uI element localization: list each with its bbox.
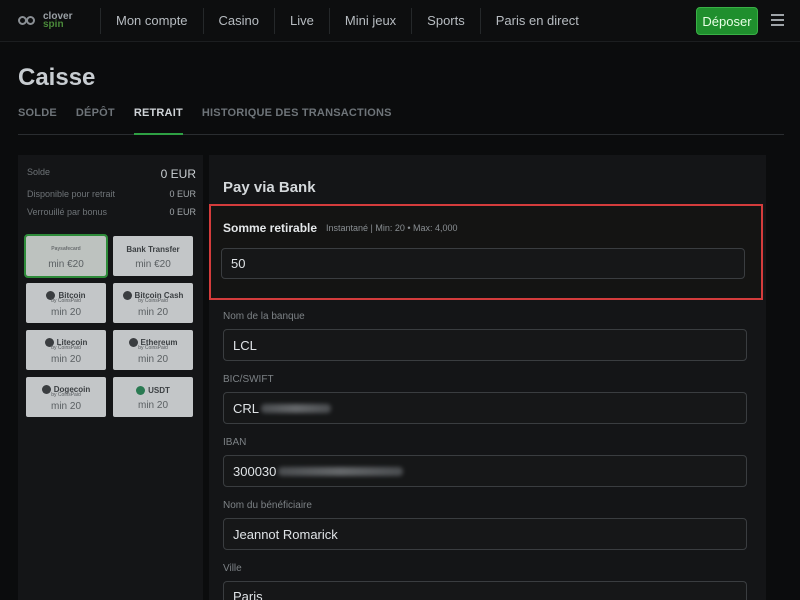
method-provider: by CoinsPaid [138,345,168,351]
method-provider: by CoinsPaid [138,298,168,304]
locked-row: Verrouillé par bonus 0 EUR [27,207,196,217]
tab-retrait[interactable]: RETRAIT [133,107,183,135]
bitcoin-cash-icon [122,290,132,300]
city-input[interactable]: Paris [223,581,747,600]
method-min: min 20 [137,307,168,318]
bic-label: BIC/SWIFT [223,374,274,385]
tab-solde[interactable]: SOLDE [18,107,57,135]
balance-panel: Solde 0 EUR Disponible pour retrait 0 EU… [18,155,203,600]
nav-mini-jeux[interactable]: Mini jeux [328,7,411,34]
method-provider: by CoinsPaid [51,298,81,304]
method-min: min 20 [50,401,81,412]
main-nav: Mon compte Casino Live Mini jeux Sports … [100,0,594,42]
method-min: min €20 [48,259,84,270]
method-dogecoin[interactable]: Dogecoin by CoinsPaid min 20 [26,377,106,417]
beneficiary-input[interactable]: Jeannot Romarick [223,518,747,550]
redacted-blur [261,403,332,413]
beneficiary-label: Nom du bénéficiaire [223,500,312,511]
redacted-blur [278,466,404,476]
amount-label: Somme retirable [223,221,318,235]
bank-name-input[interactable]: LCL [223,329,747,361]
available-label: Disponible pour retrait [27,189,116,199]
locked-label: Verrouillé par bonus [27,207,108,217]
method-bitcoin[interactable]: Bitcoin by CoinsPaid min 20 [26,283,106,323]
cashier-tabs: SOLDE DÉPÔT RETRAIT HISTORIQUE DES TRANS… [18,107,784,135]
method-min: min 20 [50,354,81,365]
locked-value: 0 EUR [169,207,196,217]
available-row: Disponible pour retrait 0 EUR [27,189,196,199]
method-min: min 20 [137,354,168,365]
nav-live[interactable]: Live [274,7,329,34]
hamburger-menu-icon[interactable] [771,14,784,26]
deposit-button[interactable]: Déposer [696,7,758,35]
method-min: min 20 [50,307,81,318]
logo[interactable]: clover spin [0,11,100,30]
iban-input[interactable]: 300030 [223,455,747,487]
form-title: Pay via Bank [223,179,316,196]
tab-depot[interactable]: DÉPÔT [76,107,115,135]
method-bank-transfer[interactable]: Bank Transfer min €20 [113,236,193,276]
nav-sports[interactable]: Sports [411,7,480,34]
tab-historique[interactable]: HISTORIQUE DES TRANSACTIONS [202,107,392,135]
method-provider: by CoinsPaid [51,392,81,398]
nav-paris-en-direct[interactable]: Paris en direct [479,7,594,34]
method-usdt[interactable]: USDT min 20 [113,377,193,417]
method-provider: by CoinsPaid [51,345,81,351]
method-min: min 20 [137,400,168,411]
city-label: Ville [223,563,242,574]
balance-row: Solde 0 EUR [27,167,196,181]
nav-mon-compte[interactable]: Mon compte [100,7,203,34]
clover-logo-icon [18,14,40,28]
amount-input[interactable]: 50 [221,248,745,279]
method-min: min €20 [135,259,171,270]
bic-input[interactable]: CRL [223,392,747,424]
page-title: Caisse [18,64,96,91]
method-bitcoin-cash[interactable]: Bitcoin Cash by CoinsPaid min 20 [113,283,193,323]
top-bar: clover spin Mon compte Casino Live Mini … [0,0,800,42]
method-paysafecard[interactable]: Paysafecard min €20 [24,234,108,278]
tether-icon [136,385,146,395]
bank-name-label: Nom de la banque [223,311,305,322]
iban-label: IBAN [223,437,247,448]
amount-limits: Instantané | Min: 20 • Max: 4,000 [326,223,458,233]
method-name: Bank Transfer [126,244,180,254]
method-name: Paysafecard [51,246,81,252]
dogecoin-icon [41,384,51,394]
ethereum-icon [128,337,138,347]
balance-label: Solde [27,167,51,177]
logo-text-bottom: spin [43,18,64,30]
nav-casino[interactable]: Casino [202,7,274,34]
balance-value: 0 EUR [160,167,196,181]
method-litecoin[interactable]: Litecoin by CoinsPaid min 20 [26,330,106,370]
bic-value: CRL [233,400,260,416]
method-ethereum[interactable]: Ethereum by CoinsPaid min 20 [113,330,193,370]
method-name: USDT [148,385,170,395]
iban-value: 300030 [233,463,277,479]
available-value: 0 EUR [169,189,196,199]
